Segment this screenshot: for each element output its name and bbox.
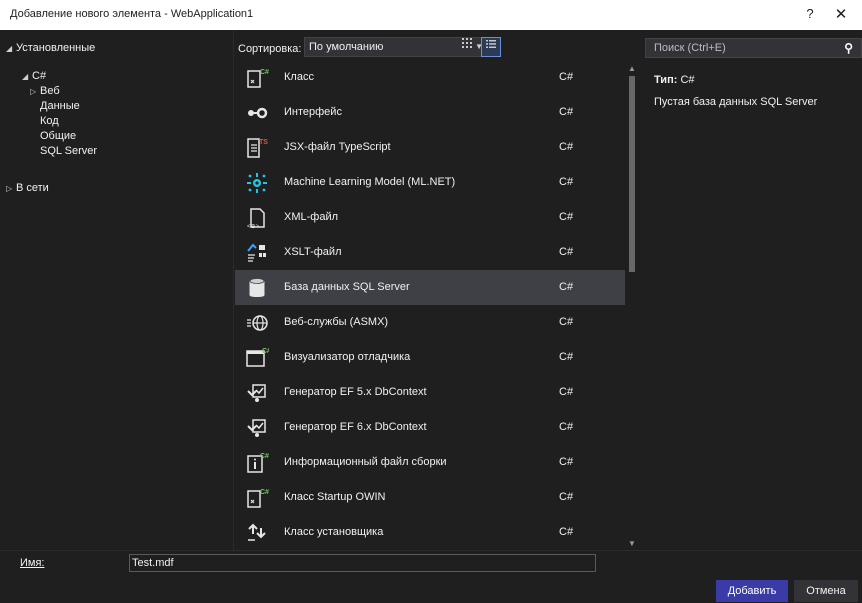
template-row[interactable]: Веб-службы (ASMX) C# [235,305,625,340]
template-row[interactable]: Интерфейс C# [235,95,625,130]
type-info: Тип: C# [654,74,695,86]
expanded-caret-icon: ◢ [6,44,13,53]
ef-generator-icon [245,381,269,405]
svg-text:C#: C# [260,453,269,460]
expanded-caret-icon: ◢ [22,72,29,81]
tree-item-installed[interactable]: ◢ Установленные [6,42,95,54]
list-view-icon [486,40,496,48]
template-row[interactable]: C# Класс C# [235,60,625,95]
template-row[interactable]: C# Визуализатор отладчика C# [235,340,625,375]
template-list: C# Класс C# Интерфейс C# TS JSX-файл Typ… [235,60,625,550]
sort-toolbar: Сортировка: По умолчанию ▼ [233,30,643,62]
svg-text:C#: C# [260,69,269,76]
xslt-file-icon [245,241,269,265]
scroll-down-icon[interactable]: ▼ [628,539,636,548]
scrollbar-thumb[interactable] [629,76,635,272]
tree-item-web[interactable]: ▷ Веб [30,85,60,97]
template-row[interactable]: TS JSX-файл TypeScript C# [235,130,625,165]
template-row[interactable]: <⊕> XML-файл C# [235,200,625,235]
template-row[interactable]: Machine Learning Model (ML.NET) C# [235,165,625,200]
class-icon: C# [245,66,269,90]
list-view-button[interactable] [481,37,501,57]
svg-text:<⊕>: <⊕> [247,224,260,230]
template-row[interactable]: Генератор EF 5.x DbContext C# [235,375,625,410]
search-input[interactable]: Поиск (Ctrl+E) ⚲ [645,38,862,58]
database-icon [245,276,269,300]
collapsed-caret-icon: ▷ [30,87,37,96]
tree-item-general[interactable]: Общие [40,130,76,142]
template-row[interactable]: Генератор EF 6.x DbContext C# [235,410,625,445]
name-field[interactable]: Test.mdf [129,554,596,572]
cancel-button[interactable]: Отмена [794,580,858,602]
close-button[interactable]: ✕ [826,4,856,26]
assembly-info-icon: C# [245,451,269,475]
xml-file-icon: <⊕> [245,206,269,230]
debugger-visualizer-icon: C# [245,346,271,370]
name-label: Имя: [20,557,45,569]
template-row[interactable]: C# Класс Startup OWIN C# [235,480,625,515]
search-icon[interactable]: ⚲ [844,39,853,57]
tree-item-data[interactable]: Данные [40,100,80,112]
add-button[interactable]: Добавить [716,580,788,602]
template-row[interactable]: Класс установщика C# [235,515,625,550]
ef-generator-icon [245,416,269,440]
footer: Имя: Test.mdf Добавить Отмена [0,550,862,603]
category-tree: ◢ Установленные ◢ C# ▷ Веб Данные Код Общие… [0,30,234,550]
template-row[interactable]: C# Информационный файл сборки C# [235,445,625,480]
template-list-scrollbar[interactable]: ▲ ▼ [625,62,639,550]
svg-text:C#: C# [262,348,269,355]
installer-class-icon [245,521,269,545]
grid-view-icon [462,38,472,48]
typescript-file-icon: TS [245,136,269,160]
tree-item-code[interactable]: Код [40,115,59,127]
scroll-up-icon[interactable]: ▲ [628,64,636,73]
collapsed-caret-icon: ▷ [6,184,13,193]
tree-item-csharp[interactable]: ◢ C# [22,70,46,82]
template-row-selected[interactable]: База данных SQL Server C# [235,270,625,305]
owin-class-icon: C# [245,486,269,510]
svg-text:TS: TS [259,139,268,146]
web-service-icon [245,311,269,335]
tree-item-sqlserver[interactable]: SQL Server [40,145,97,157]
title-bar: Добавление нового элемента - WebApplicat… [0,0,862,30]
svg-text:C#: C# [260,489,269,496]
template-row[interactable]: XSLT-файл C# [235,235,625,270]
tree-item-online[interactable]: ▷ В сети [6,182,49,194]
help-button[interactable]: ? [800,6,820,21]
window-title: Добавление нового элемента - WebApplicat… [10,8,254,20]
details-panel: Поиск (Ctrl+E) ⚲ Тип: C# Пустая база дан… [645,30,862,550]
template-description: Пустая база данных SQL Server [654,96,818,108]
small-icons-view-button[interactable] [457,37,477,57]
ml-model-icon [245,171,269,195]
interface-icon [245,101,269,125]
sort-label: Сортировка: [238,43,302,55]
